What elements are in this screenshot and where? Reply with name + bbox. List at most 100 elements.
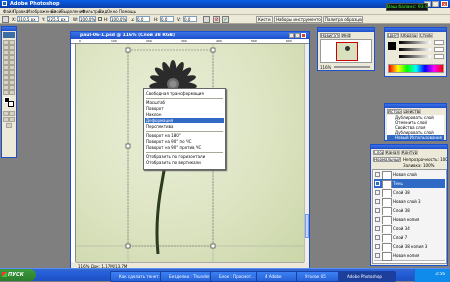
menu-item-rotate-90-cw[interactable]: Поворот на 90° по ЧС (146, 139, 191, 144)
tab-styles[interactable]: Стили (419, 33, 433, 38)
menu-item-flip-vertical[interactable]: Отобразить по вертикали (146, 160, 201, 165)
skew-v-field[interactable]: 0,0 (183, 16, 197, 22)
eye-icon[interactable] (375, 199, 380, 204)
jump-to-imageready-icon[interactable] (6, 123, 12, 128)
color-slider-g[interactable] (399, 48, 431, 51)
link-icon[interactable] (98, 17, 102, 21)
skew-h-field[interactable]: 0,0 (160, 16, 174, 22)
ruler-mark: 600 (286, 39, 292, 43)
history-item-active[interactable]: Новый Использования (387, 135, 444, 140)
layer-name: Слой 34 (393, 226, 410, 231)
menu-item-distort[interactable]: Деформация (145, 118, 224, 123)
tab-actions[interactable]: Действия (403, 109, 421, 114)
x-field[interactable]: 310,5 px (17, 16, 39, 22)
eye-icon[interactable] (375, 190, 380, 195)
layer-row[interactable]: Новая копия (374, 251, 445, 261)
taskbar-button-active[interactable]: Adobe Photoshop (338, 271, 396, 282)
w-label: W: (73, 17, 79, 22)
quick-mask-icon[interactable] (9, 111, 15, 116)
menu-item-rotate[interactable]: Поворот (146, 106, 164, 111)
eye-icon[interactable] (375, 226, 380, 231)
color-slider-b[interactable] (399, 55, 431, 58)
color-spectrum-bar[interactable] (388, 64, 444, 73)
skew-v-label: V: (177, 17, 181, 22)
menu-item-flip-horizontal[interactable]: Отобразить по горизонтали (146, 154, 205, 159)
background-color-swatch[interactable] (8, 101, 14, 107)
layers-title-bar (371, 145, 447, 149)
layer-name: Тень (393, 181, 403, 186)
fill-control[interactable]: Заливка: 100% (403, 163, 447, 168)
opacity-control[interactable]: Непрозрачность: 100% (403, 157, 447, 162)
h-field[interactable]: 100,0% (110, 16, 127, 22)
color-value-field[interactable] (434, 47, 444, 52)
w-field[interactable]: 100,0% (79, 16, 96, 22)
eye-icon[interactable] (375, 235, 380, 240)
tab-navigator[interactable]: Навигатор (320, 33, 340, 38)
navigator-zoom-slider[interactable] (334, 66, 370, 68)
tab-color[interactable]: Цвет (387, 33, 399, 38)
blend-mode-select[interactable]: Нормальный (373, 157, 401, 162)
menu-item-perspective[interactable]: Перспектива (146, 124, 173, 129)
eye-icon[interactable] (375, 244, 380, 249)
menu-item-skew[interactable]: Наклон (146, 112, 162, 117)
document-title-bar: paul-06-1.psd @ 116% (Слой 38 RGB) (71, 32, 309, 39)
tab-layers[interactable]: Слои (373, 150, 384, 155)
color-value-field[interactable] (434, 54, 444, 59)
tab-history[interactable]: История (387, 109, 402, 114)
eye-icon[interactable] (375, 217, 380, 222)
photoshop-logo-icon (2, 1, 7, 6)
color-slider-r[interactable] (399, 41, 431, 44)
vertical-scrollbar[interactable] (304, 44, 309, 262)
history-panel: История Действия Дублировать слой Отмени… (384, 103, 447, 141)
layer-name: Слой 38 (393, 208, 410, 213)
menu-separator (146, 131, 223, 132)
eye-icon[interactable] (375, 253, 380, 258)
eye-icon[interactable] (375, 208, 380, 213)
menu-layer[interactable]: Слой (51, 9, 61, 14)
menu-item-free-transform[interactable]: Свободная трансформация (146, 91, 204, 96)
doc-close-button[interactable] (301, 33, 306, 38)
ruler-mark: 400 (216, 39, 222, 43)
warp-mode-icon[interactable] (203, 16, 210, 23)
angle-field[interactable]: 0,0 (136, 16, 150, 22)
skew-h-label: H: (154, 17, 159, 22)
document-title: paul-06-1.psd @ 116% (Слой 38 RGB) (80, 33, 176, 38)
layer-name: Слой 7 (393, 235, 408, 240)
menu-item-scale[interactable]: Масштаб (146, 100, 165, 105)
toolbox (1, 26, 17, 158)
zoom-tool-icon[interactable] (9, 90, 15, 95)
menu-item-rotate-180[interactable]: Поворот на 180° (146, 133, 181, 138)
tab-swatch-palette[interactable]: Палитра образцов (323, 16, 363, 23)
eye-icon[interactable] (375, 172, 380, 177)
tab-tool-presets[interactable]: Наборы инструментов (274, 16, 322, 23)
navigator-view-box[interactable] (336, 42, 358, 61)
eye-icon[interactable] (375, 181, 380, 186)
commit-transform-icon[interactable]: ✓ (222, 16, 229, 23)
maximize-button[interactable]: □ (432, 1, 439, 7)
close-button[interactable]: × (441, 1, 448, 7)
color-foreground-swatch[interactable] (388, 42, 396, 50)
menu-help[interactable]: Помощь (119, 9, 136, 14)
doc-maximize-button[interactable] (295, 33, 300, 38)
tab-swatches[interactable]: Образцы (400, 33, 418, 38)
tab-channels[interactable]: Каналы (385, 150, 400, 155)
tab-paths[interactable]: Контуры (401, 150, 418, 155)
screen-mode-2-icon[interactable] (9, 117, 15, 122)
cancel-transform-icon[interactable]: ⊘ (213, 16, 220, 23)
menu-item-rotate-90-ccw[interactable]: Поворот на 90° против ЧС (146, 145, 201, 150)
x-label: X: (12, 17, 17, 22)
menu-view[interactable]: Вид (99, 9, 107, 14)
color-value-field[interactable] (434, 40, 444, 45)
navigator-title-bar (318, 28, 374, 32)
start-button[interactable]: ПУСК (0, 269, 36, 281)
doc-minimize-button[interactable] (289, 33, 294, 38)
menu-edit[interactable]: Правка (13, 9, 28, 14)
tab-info[interactable]: Инфо (341, 33, 351, 38)
y-field[interactable]: 225,5 px (47, 16, 69, 22)
balance-widget: Ваш баланс: 93.95 (386, 3, 428, 11)
tab-brushes[interactable]: Кисти (256, 16, 273, 23)
vertical-scroll-thumb[interactable] (305, 214, 309, 238)
menu-window[interactable]: Окно (107, 9, 118, 14)
navigator-preview[interactable] (320, 39, 372, 63)
y-label: Y: (42, 17, 46, 22)
